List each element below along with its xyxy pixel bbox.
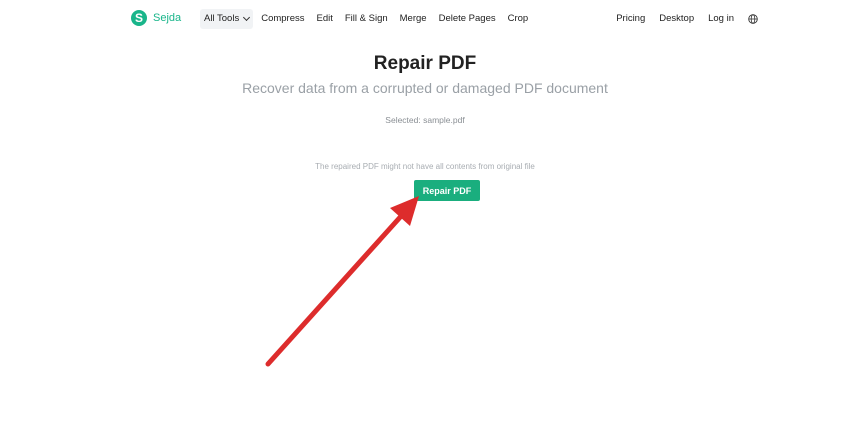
sejda-logo-icon: S bbox=[131, 10, 147, 26]
repair-note: The repaired PDF might not have all cont… bbox=[315, 162, 535, 171]
page: S Sejda All Tools Compress Edit Fill & S… bbox=[0, 0, 850, 422]
chevron-down-icon bbox=[243, 13, 251, 22]
nav-desktop[interactable]: Desktop bbox=[659, 9, 694, 29]
sejda-logo-text: Sejda bbox=[153, 12, 182, 24]
repair-pdf-button[interactable]: Repair PDF bbox=[414, 180, 480, 201]
nav-fill-sign[interactable]: Fill & Sign bbox=[345, 9, 388, 29]
nav-pricing[interactable]: Pricing bbox=[616, 9, 645, 29]
nav-delete-pages[interactable]: Delete Pages bbox=[439, 9, 496, 29]
top-nav: S Sejda All Tools Compress Edit Fill & S… bbox=[0, 0, 850, 38]
sejda-logo[interactable]: S Sejda bbox=[131, 9, 181, 27]
nav-merge[interactable]: Merge bbox=[400, 9, 427, 29]
nav-tools: All Tools Compress Edit Fill & Sign Merg… bbox=[200, 9, 540, 29]
selected-file-label: Selected: sample.pdf bbox=[385, 115, 465, 125]
nav-crop[interactable]: Crop bbox=[508, 9, 529, 29]
nav-edit[interactable]: Edit bbox=[317, 9, 333, 29]
nav-account: Pricing Desktop Log in bbox=[602, 9, 758, 29]
nav-compress[interactable]: Compress bbox=[261, 9, 304, 29]
all-tools-label: All Tools bbox=[204, 13, 240, 24]
page-subtitle: Recover data from a corrupted or damaged… bbox=[242, 80, 608, 96]
nav-login[interactable]: Log in bbox=[708, 9, 734, 29]
all-tools-dropdown[interactable]: All Tools bbox=[200, 9, 254, 29]
page-title: Repair PDF bbox=[373, 53, 477, 74]
globe-icon[interactable] bbox=[748, 14, 758, 24]
